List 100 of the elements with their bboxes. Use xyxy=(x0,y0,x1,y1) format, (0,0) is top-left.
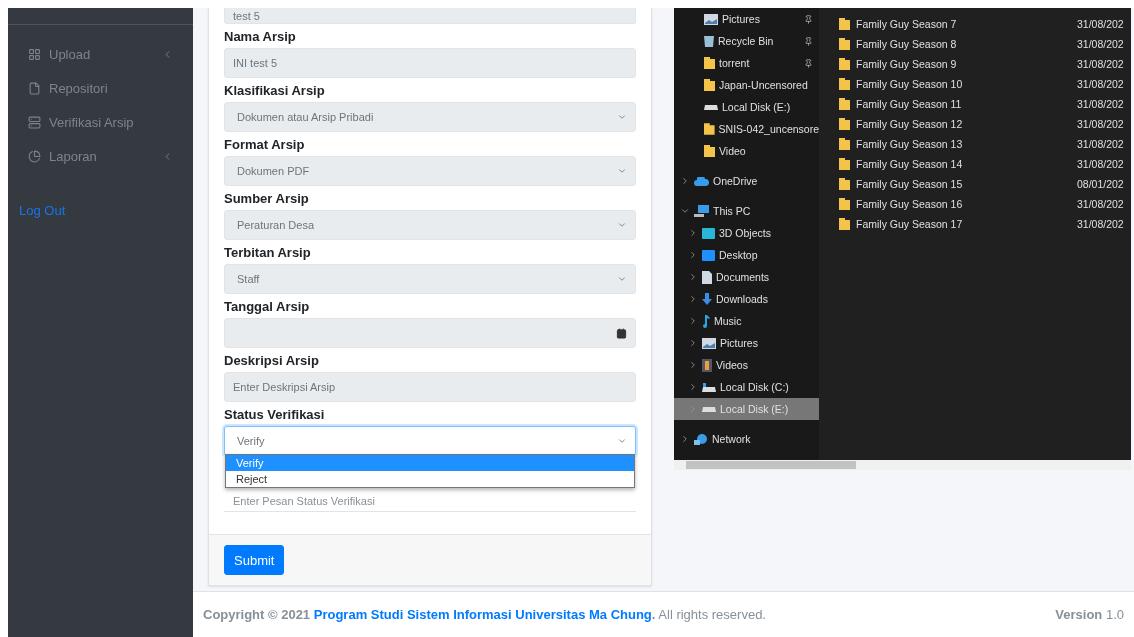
chevron-down-icon xyxy=(617,112,627,122)
chevron-down-icon xyxy=(617,436,627,446)
chevron-right-icon[interactable] xyxy=(688,294,698,304)
file-name[interactable]: Family Guy Season 8 xyxy=(856,38,1071,50)
file-date: 08/01/202 xyxy=(1077,178,1125,190)
chevron-right-icon[interactable] xyxy=(688,360,698,370)
chevron-right-icon[interactable] xyxy=(688,250,698,260)
field-label: Sumber Arsip xyxy=(224,189,310,208)
file-name[interactable]: Family Guy Season 10 xyxy=(856,78,1071,90)
nav-item[interactable]: Local Disk (C:) xyxy=(720,381,819,393)
file-date: 31/08/202 xyxy=(1077,198,1125,210)
file-date: 31/08/202 xyxy=(1077,98,1125,110)
nav-item[interactable]: Local Disk (E:) xyxy=(722,101,819,113)
field-label: Status Verifikasi xyxy=(224,405,326,424)
picture-icon xyxy=(704,13,718,25)
chevron-right-icon[interactable] xyxy=(688,338,698,348)
cloud-icon xyxy=(694,176,709,186)
file-date: 31/08/202 xyxy=(1077,138,1125,150)
folder-icon xyxy=(704,145,715,157)
submit-button[interactable]: Submit xyxy=(224,545,285,575)
dropdown-option[interactable]: Reject xyxy=(226,471,634,487)
chevron-down-icon xyxy=(617,166,627,176)
folder-icon xyxy=(839,78,850,90)
folder-icon xyxy=(839,158,850,170)
nav-item[interactable]: Pictures xyxy=(722,13,800,25)
nav-item[interactable]: Network xyxy=(712,433,819,445)
nav-item[interactable]: OneDrive xyxy=(713,175,819,187)
nav-item[interactable]: This PC xyxy=(713,205,819,217)
folder-icon xyxy=(704,57,715,69)
file-name[interactable]: Family Guy Season 13 xyxy=(856,138,1071,150)
document-icon xyxy=(702,270,712,284)
computer-icon xyxy=(694,205,709,217)
nav-item[interactable]: Recycle Bin xyxy=(718,35,800,47)
file-date: 31/08/202 xyxy=(1077,58,1125,70)
file-name[interactable]: Family Guy Season 12 xyxy=(856,118,1071,130)
nav-item[interactable]: Video xyxy=(719,145,819,157)
grid-icon xyxy=(28,47,41,61)
date-field[interactable] xyxy=(224,318,636,348)
folder-icon xyxy=(839,178,850,190)
file-name[interactable]: Family Guy Season 9 xyxy=(856,58,1071,70)
chevron-down-icon xyxy=(617,220,627,230)
folder-icon xyxy=(704,79,715,91)
cube-icon xyxy=(702,227,715,239)
picture-icon xyxy=(702,337,716,349)
drive-icon xyxy=(702,382,716,392)
nav-item[interactable]: Downloads xyxy=(716,293,819,305)
version-text: Version 1.0 xyxy=(1055,607,1124,622)
chevron-right-icon[interactable] xyxy=(680,176,690,186)
select-field[interactable]: Dokumen PDF xyxy=(224,156,636,186)
folder-icon xyxy=(704,123,715,135)
nav-item[interactable]: SNIS-042_uncensore xyxy=(718,123,819,135)
folder-icon xyxy=(839,138,850,150)
nav-item[interactable]: Videos xyxy=(716,359,819,371)
chevron-right-icon[interactable] xyxy=(688,382,698,392)
chevron-right-icon[interactable] xyxy=(688,316,698,326)
folder-icon xyxy=(839,38,850,50)
file-name[interactable]: Family Guy Season 7 xyxy=(856,18,1071,30)
chevron-right-icon[interactable] xyxy=(688,228,698,238)
select-field[interactable]: Dokumen atau Arsip Pribadi xyxy=(224,102,636,132)
nav-item[interactable]: Music xyxy=(714,315,819,327)
file-name[interactable]: Family Guy Season 14 xyxy=(856,158,1071,170)
file-name[interactable]: Family Guy Season 11 xyxy=(856,98,1071,110)
nav-item[interactable]: torrent xyxy=(719,57,800,69)
file-date: 31/08/202 xyxy=(1077,78,1125,90)
file-date: 31/08/202 xyxy=(1077,118,1125,130)
file-name[interactable]: Family Guy Season 16 xyxy=(856,198,1071,210)
select-field[interactable]: Verify xyxy=(224,426,636,456)
nav-item[interactable]: Japan-Uncensored xyxy=(719,79,819,91)
file-name[interactable]: Family Guy Season 17 xyxy=(856,218,1071,230)
footer-link[interactable]: Program Studi Sistem Informasi Universitas Ma Chung xyxy=(313,607,652,622)
nav-item[interactable]: Pictures xyxy=(720,337,819,349)
chevron-down-icon[interactable] xyxy=(680,206,690,216)
field-label: Deskripsi Arsip xyxy=(224,351,320,370)
scrollbar-thumb[interactable] xyxy=(686,461,856,469)
file-name[interactable]: Family Guy Season 15 xyxy=(856,178,1071,190)
chevron-down-icon xyxy=(617,274,627,284)
nav-item[interactable]: Desktop xyxy=(719,249,819,261)
nav-item[interactable]: Documents xyxy=(716,271,819,283)
drive-icon xyxy=(702,406,716,412)
film-icon xyxy=(702,358,712,372)
input-field[interactable]: INI test 5 xyxy=(224,48,636,78)
network-icon xyxy=(694,432,708,446)
file-date: 31/08/202 xyxy=(1077,38,1125,50)
field-label: Tanggal Arsip xyxy=(224,297,311,316)
field-label: Terbitan Arsip xyxy=(224,243,312,262)
folder-icon xyxy=(839,58,850,70)
field-label: Nama Arsip xyxy=(224,27,297,46)
select-field[interactable]: Staff xyxy=(224,264,636,294)
input-field[interactable]: test 5 xyxy=(224,8,636,24)
folder-icon xyxy=(839,118,850,130)
file-date: 31/08/202 xyxy=(1077,218,1125,230)
select-field[interactable]: Peraturan Desa xyxy=(224,210,636,240)
folder-icon xyxy=(839,198,850,210)
nav-item[interactable]: 3D Objects xyxy=(719,227,819,239)
file-icon xyxy=(28,81,41,95)
chevron-right-icon[interactable] xyxy=(680,434,690,444)
input-field[interactable]: Enter Deskripsi Arsip xyxy=(224,372,636,402)
chevron-right-icon[interactable] xyxy=(688,272,698,282)
field-label: Format Arsip xyxy=(224,135,306,154)
folder-icon xyxy=(839,18,850,30)
